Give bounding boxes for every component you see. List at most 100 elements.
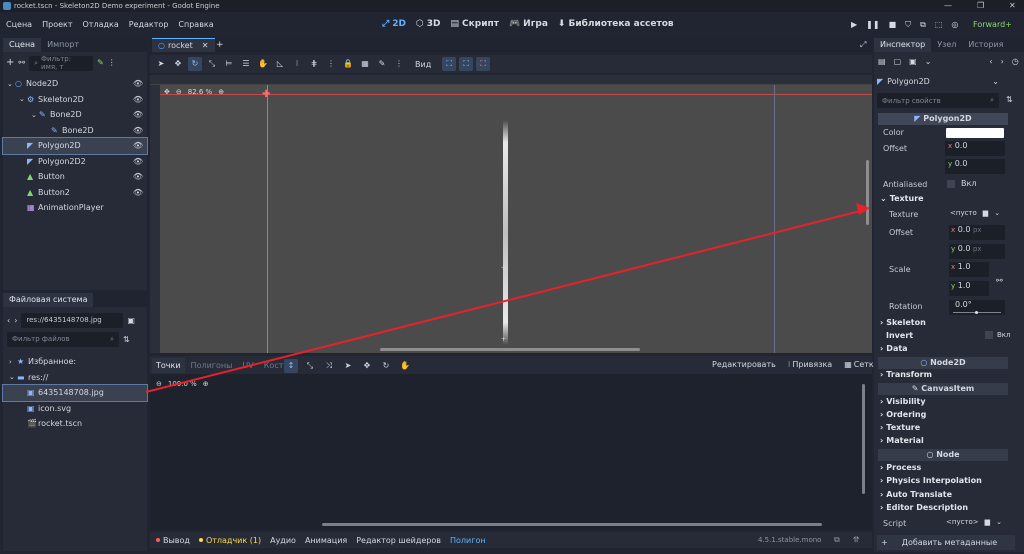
uv-zoom-out-icon[interactable]: ⊖ (156, 380, 162, 388)
edit-action[interactable]: Редактировать (712, 360, 776, 369)
editor-description-group[interactable]: › Editor Description (880, 503, 968, 512)
visibility-eye-icon[interactable]: 👁 (133, 95, 143, 104)
sort-icon[interactable]: ⇅ (123, 335, 130, 344)
load-resource-icon[interactable]: ▢ (894, 57, 902, 66)
scene-filter-input[interactable]: ⌕ Фильтр: имя, т (29, 55, 94, 71)
menu-item-3[interactable]: Редактор (129, 20, 169, 29)
chevron-icon[interactable]: ⌄ (7, 80, 15, 88)
tab-scene[interactable]: Сцена (3, 38, 42, 52)
bottom-tab-2[interactable]: Аудио (270, 536, 296, 545)
save-resource-icon[interactable]: ▣ (909, 57, 917, 66)
file-tree-item[interactable]: ▣ icon.svg (3, 401, 147, 417)
select-tool-icon[interactable]: ➤ (154, 57, 168, 71)
history-icon[interactable]: ◷ (1012, 57, 1019, 66)
select-points-icon[interactable]: ➤ (341, 359, 355, 373)
texture-picker[interactable]: <пусто ▆ ⌄ (950, 209, 1000, 217)
view-menu[interactable]: Вид (415, 60, 431, 69)
skeleton-group[interactable]: › Skeleton (880, 318, 926, 327)
scene-tree-item[interactable]: ◤ Polygon2D2 👁 (3, 154, 147, 170)
bottom-tab-1[interactable]: Отладчик (1) (198, 536, 261, 545)
add-node-icon[interactable]: + (6, 58, 14, 68)
chevron-icon[interactable]: ⌄ (31, 111, 39, 119)
maximize-button[interactable]: ❐ (977, 0, 984, 12)
polygon-tab-0[interactable]: Точки (152, 357, 185, 373)
path-field[interactable]: res://6435148708.jpg (21, 312, 124, 328)
zoom-reset-icon[interactable]: ✥ (164, 88, 170, 96)
movie-icon[interactable]: ◎ (951, 20, 958, 30)
scene-tab-rocket[interactable]: ○ rocket ✕ (152, 38, 215, 52)
zoom-in-icon[interactable]: ⊕ (218, 88, 224, 96)
history-back-icon[interactable]: ‹ (989, 57, 992, 66)
property-filter-input[interactable]: Фильтр свойств ⌕ (877, 93, 999, 108)
script-picker[interactable]: <пусто> ▆ ⌄ (946, 518, 1002, 526)
main-mode-2[interactable]: ▤ Скрипт (451, 19, 499, 29)
visibility-eye-icon[interactable]: 👁 (133, 141, 143, 150)
lock-icon[interactable]: 🔒 (341, 57, 355, 71)
play-icon[interactable]: ▶ (851, 20, 857, 30)
vertical-scrollbar[interactable] (866, 160, 869, 225)
scene-menu-icon[interactable]: ⋮ (108, 59, 116, 67)
texture-offset-y-field[interactable]: y 0.0 px (949, 244, 1005, 259)
zoom-label[interactable]: 82.6 % (188, 88, 212, 96)
rotate-points-icon[interactable]: ↻ (379, 359, 393, 373)
polygon-tab-2[interactable]: UV (238, 358, 257, 373)
bottom-tab-5[interactable]: Полигон (450, 536, 486, 545)
grid-snap-icon[interactable]: ⋕ (307, 57, 321, 71)
list-tool-icon[interactable]: ☰ (239, 57, 253, 71)
chevron-icon[interactable]: ⌄ (19, 95, 27, 103)
uv-canvas[interactable]: ⊖ 100.0 % ⊕ (150, 374, 872, 530)
file-filter-input[interactable]: Фильтр файлов ⌕ (7, 331, 119, 347)
rocket-sprite[interactable] (503, 120, 508, 345)
snap-action[interactable]: ⁝ Привязка (788, 360, 832, 369)
add-scene-tab-icon[interactable]: + (216, 40, 224, 50)
auto-translate-group[interactable]: › Auto Translate (880, 490, 952, 499)
data-group[interactable]: › Data (880, 344, 908, 353)
file-tree-item[interactable]: 🎬 rocket.tscn (3, 416, 147, 432)
horizontal-scrollbar[interactable] (380, 348, 640, 351)
tab-filesystem[interactable]: Файловая система (3, 293, 94, 307)
remote-debug-icon[interactable]: ⛉ (905, 20, 911, 30)
forward-icon[interactable]: › (14, 316, 17, 325)
play-custom-icon[interactable]: ⬚ (935, 20, 943, 30)
offset-y-field[interactable]: y 0.0 (945, 159, 1005, 174)
antialiased-checkbox[interactable]: Вкл (947, 179, 976, 188)
tab-inspector[interactable]: Инспектор (874, 38, 932, 52)
viewport-2d[interactable]: ✚ ✥ ⊖ 82.6 % ⊕ + + (150, 75, 872, 353)
invert-checkbox[interactable]: Вкл (985, 331, 1011, 339)
physics-interpolation-group[interactable]: › Physics Interpolation (880, 476, 982, 485)
zoom-out-icon[interactable]: ⊖ (176, 88, 182, 96)
play-scene-icon[interactable]: ⧉ (920, 20, 926, 30)
snap-options-icon[interactable]: ⋮ (324, 57, 338, 71)
attach-script-icon[interactable]: ✎ (97, 59, 104, 67)
pan-points-icon[interactable]: ✥ (360, 359, 374, 373)
rotate-tool-icon[interactable]: ↻ (188, 57, 202, 71)
measure-tool-icon[interactable]: ◺ (273, 57, 287, 71)
scale-tool-icon[interactable]: ⤡ (205, 57, 219, 71)
menu-item-0[interactable]: Сцена (6, 20, 32, 29)
menu-item-2[interactable]: Отладка (83, 20, 119, 29)
tab-history[interactable]: История (962, 38, 1009, 52)
new-resource-icon[interactable]: ▤ (878, 57, 886, 66)
color-swatch[interactable] (946, 128, 1004, 138)
visibility-eye-icon[interactable]: 👁 (133, 157, 143, 166)
edit-tool-icon[interactable]: ↕ (284, 359, 298, 373)
distraction-free-icon[interactable]: ⤢ (860, 40, 866, 50)
uv-zoom-in-icon[interactable]: ⊕ (203, 380, 209, 388)
bottom-tab-3[interactable]: Анимация (305, 536, 347, 545)
material-group[interactable]: › Material (880, 436, 924, 445)
history-forward-icon[interactable]: › (1001, 57, 1004, 66)
split-view-icon[interactable]: ▣ (127, 316, 135, 325)
offset-x-field[interactable]: x 0.0 (945, 141, 1005, 156)
add-metadata-button[interactable]: + Добавить метаданные (877, 535, 1015, 550)
visibility-eye-icon[interactable]: 👁 (133, 79, 143, 88)
file-tree-item[interactable]: ▣ 6435148708.jpg (2, 384, 148, 402)
scene-tree-item[interactable]: ⌄ ⚙ Skeleton2D 👁 (3, 92, 147, 108)
link-icon[interactable]: ⚯ (18, 59, 25, 67)
move-points-icon[interactable]: ⤡ (303, 359, 317, 373)
close-tab-icon[interactable]: ✕ (202, 41, 209, 50)
scene-tree-item[interactable]: ▲ Button2 👁 (3, 185, 147, 201)
file-tree-item[interactable]: › ★ Избранное: (3, 354, 147, 370)
tab-import[interactable]: Импорт (41, 38, 85, 52)
close-button[interactable]: ✕ (1009, 0, 1016, 12)
grab-points-icon[interactable]: ✋ (398, 359, 412, 373)
